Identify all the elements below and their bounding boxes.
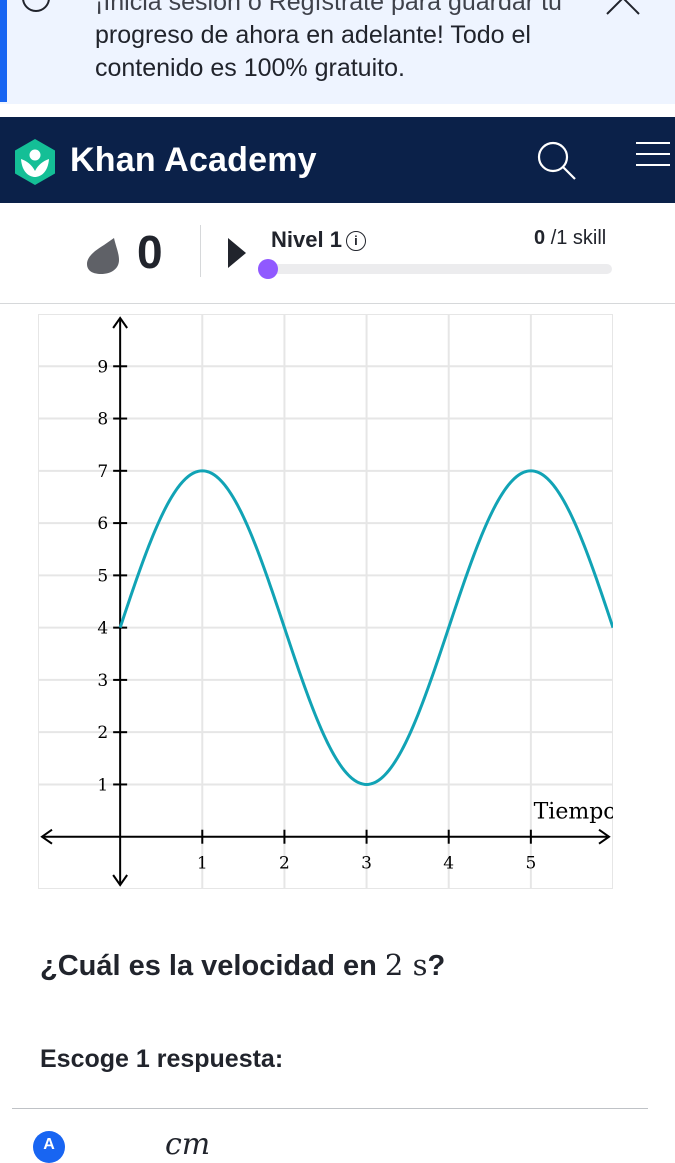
play-icon[interactable] (228, 238, 246, 268)
y-tick-label: 7 (97, 462, 108, 482)
hamburger-menu-icon[interactable] (636, 142, 670, 175)
x-tick-label: 4 (443, 854, 454, 874)
x-tick-label: 2 (279, 854, 290, 874)
question-math: 2 s (384, 948, 428, 982)
login-banner: ¡Inicia sesión o Regístrate para guardar… (0, 0, 675, 104)
level-progress-dot (258, 259, 278, 279)
info-icon (22, 0, 50, 12)
skills-total: /1 skill (550, 227, 607, 249)
banner-line-3: contenido es 100% gratuito. (95, 54, 405, 82)
level-progress-track (266, 264, 612, 274)
streak-drop-icon (87, 238, 119, 274)
level-text: Nivel 1 (271, 227, 342, 252)
y-tick-label: 8 (97, 410, 108, 430)
x-tick-label: 3 (361, 854, 372, 874)
banner-line-2: progreso de ahora en adelante! Todo el (95, 21, 531, 49)
question-text: ¿Cuál es la velocidad en 2 s? (40, 948, 445, 983)
x-tick-label: 5 (525, 854, 536, 874)
level-label: Nivel 1i (271, 227, 366, 253)
x-tick-label: 1 (197, 854, 208, 874)
choices-divider (12, 1108, 648, 1109)
search-icon[interactable] (535, 139, 579, 183)
sine-graph: 1 2 3 4 5 1 2 3 4 5 6 7 8 9 Tiempo (s) (38, 314, 613, 889)
y-tick-label: 9 (97, 357, 108, 377)
y-tick-label: 3 (97, 671, 108, 691)
divider (200, 225, 201, 277)
level-info-icon[interactable]: i (345, 231, 366, 251)
y-tick-label: 5 (97, 566, 108, 586)
y-tick-label: 2 (97, 723, 108, 743)
y-tick-label: 4 (97, 619, 108, 639)
skills-counter: 0 /1 skill (534, 227, 606, 250)
choice-a-badge[interactable]: A (33, 1131, 65, 1163)
top-navbar: Khan Academy (0, 117, 675, 203)
banner-message: ¡Inicia sesión o Regístrate para guardar… (95, 0, 565, 85)
x-axis-label: Tiempo (s) (534, 800, 613, 825)
choose-label: Escoge 1 respuesta: (40, 1045, 284, 1073)
choice-a-fraction[interactable]: cm (165, 1130, 210, 1160)
y-tick-label: 1 (97, 775, 108, 795)
skills-count: 0 (534, 227, 546, 249)
question-prefix: ¿Cuál es la velocidad en (40, 950, 385, 982)
banner-line-1[interactable]: ¡Inicia sesión o Regístrate para guardar… (95, 0, 565, 19)
streak-count: 0 (137, 226, 163, 278)
banner-accent-bar (0, 0, 7, 102)
y-tick-label: 6 (97, 514, 108, 534)
khan-leaf-logo-icon[interactable] (10, 137, 60, 187)
plot-background (38, 314, 613, 889)
close-icon[interactable] (605, 0, 641, 16)
progress-bar-area: 0 Nivel 1i 0 /1 skill (0, 203, 675, 304)
question-suffix: ? (427, 950, 446, 982)
brand-name[interactable]: Khan Academy (70, 141, 317, 180)
